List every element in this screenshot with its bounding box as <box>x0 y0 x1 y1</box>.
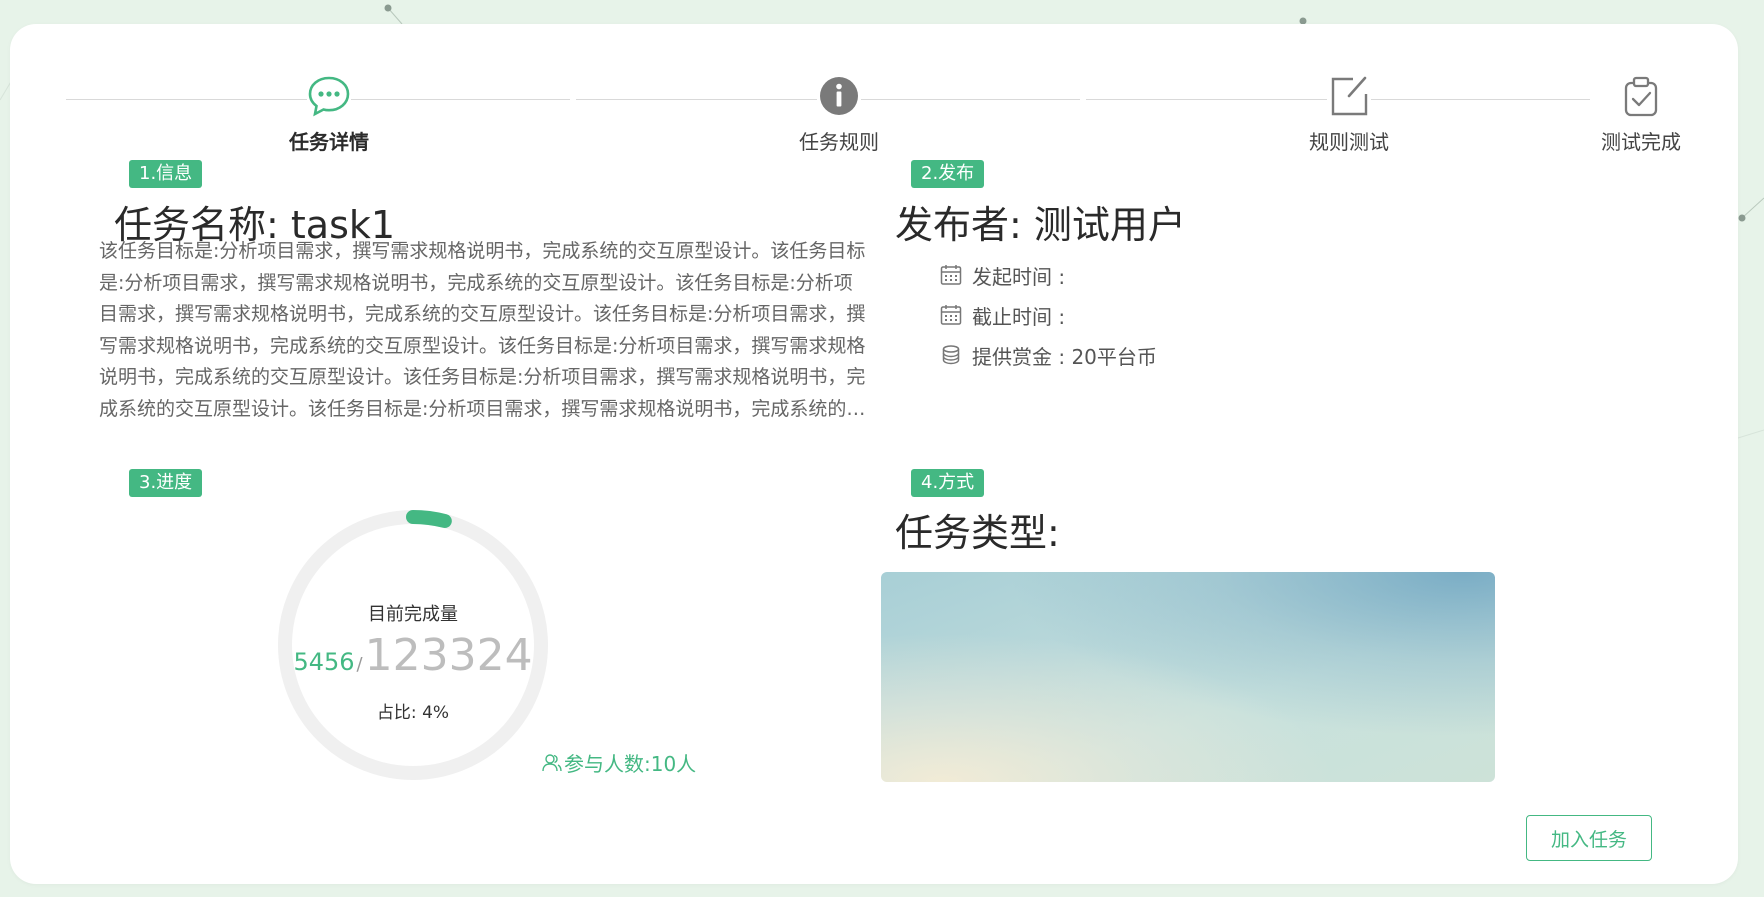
progress-ring-text: 目前完成量 5456/123324 占比: 4% <box>268 500 558 790</box>
participants-label: 参与人数:10人 <box>564 752 697 776</box>
step-test-complete[interactable]: 测试完成 <box>1576 74 1706 155</box>
task-description: 该任务目标是:分析项目需求，撰写需求规格说明书，完成系统的交互原型设计。该任务目… <box>99 240 866 420</box>
end-time-row: 截止时间 : <box>940 295 1157 335</box>
calendar-icon <box>940 265 962 285</box>
info-section-tag: 1.信息 <box>129 160 203 188</box>
end-time-label: 截止时间 : <box>972 304 1066 329</box>
reward-label: 提供赏金 : 20平台币 <box>972 344 1157 369</box>
info-icon <box>817 74 861 118</box>
start-time-label: 发起时间 : <box>972 264 1066 289</box>
step-label: 规则测试 <box>1309 130 1389 154</box>
step-task-details[interactable]: 任务详情 <box>264 74 394 155</box>
step-label: 测试完成 <box>1601 130 1681 154</box>
publisher-title: 发布者: 测试用户 <box>895 203 1186 247</box>
edit-icon <box>1327 74 1371 118</box>
users-icon <box>542 753 562 771</box>
clipboard-check-icon <box>1619 74 1663 118</box>
start-time-row: 发起时间 : <box>940 255 1157 295</box>
total-count: 123324 <box>364 630 533 681</box>
step-label: 任务规则 <box>799 130 879 154</box>
calendar-icon <box>940 305 962 325</box>
participants-count: 参与人数:10人 <box>542 748 696 777</box>
completed-count: 5456 <box>293 648 355 676</box>
completion-ratio: 占比: 4% <box>376 703 450 723</box>
progress-title: 目前完成量 <box>368 604 458 625</box>
step-rule-test[interactable]: 规则测试 <box>1284 74 1414 155</box>
progress-section-tag: 3.进度 <box>129 469 203 497</box>
coins-icon <box>942 345 960 365</box>
progress-numbers: 5456/123324 <box>268 630 558 681</box>
step-task-rules[interactable]: 任务规则 <box>774 74 904 155</box>
publish-meta: 发起时间 : 截止时间 : 提供赏金 : 20平台币 <box>940 255 1157 375</box>
publish-section-tag: 2.发布 <box>911 160 985 188</box>
progress-ring: 目前完成量 5456/123324 占比: 4% <box>268 500 558 790</box>
task-type-title: 任务类型: <box>895 511 1060 555</box>
chat-bubble-icon <box>307 74 351 118</box>
mode-section-tag: 4.方式 <box>911 469 985 497</box>
step-label: 任务详情 <box>289 130 369 154</box>
task-detail-card: 任务详情 任务规则 规则测试 测试完成 1.信息 任务名称: task1 该任务… <box>10 24 1738 884</box>
reward-row: 提供赏金 : 20平台币 <box>940 335 1157 375</box>
task-type-image <box>881 572 1495 782</box>
task-steps: 任务详情 任务规则 规则测试 测试完成 <box>10 24 1738 174</box>
join-task-button[interactable]: 加入任务 <box>1526 815 1652 861</box>
count-separator: / <box>356 654 363 675</box>
